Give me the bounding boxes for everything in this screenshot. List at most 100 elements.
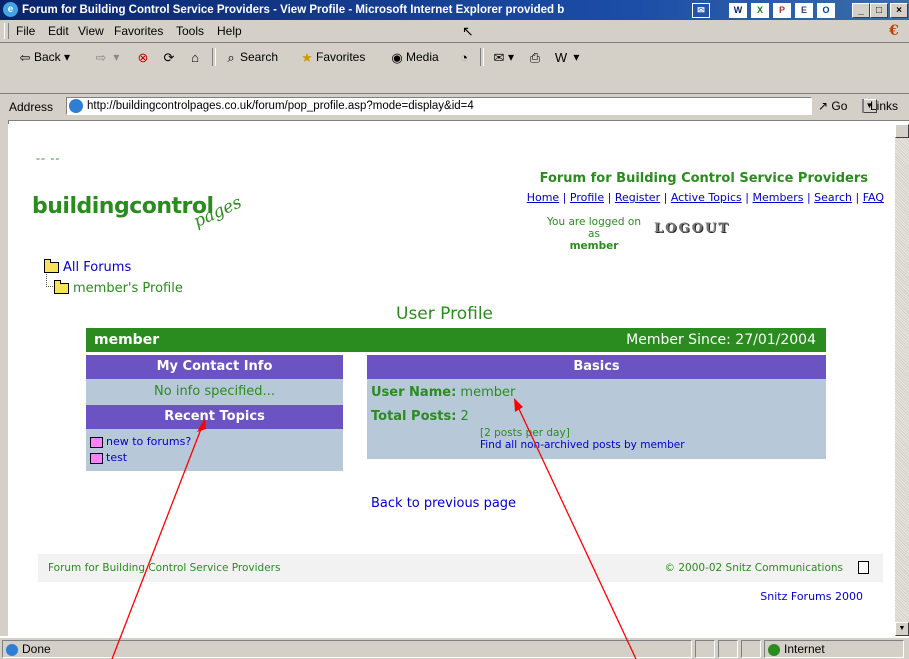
logged-user: member <box>569 240 619 252</box>
back-to-previous-link[interactable]: Back to previous page <box>371 496 516 511</box>
search-button[interactable]: ⌕ Search <box>222 47 278 67</box>
menu-favorites[interactable]: Favorites <box>114 24 163 38</box>
nav-home[interactable]: Home <box>527 191 559 204</box>
toolbar: ⇦ Back ▾ ⇨ ▾ ⊗ ⟳ ⌂ ⌕ Search ★ Favorites ◉ Me… <box>0 43 909 94</box>
history-icon: ◔ <box>460 49 468 65</box>
username-row: User Name: member <box>371 385 515 400</box>
username-label: User Name: <box>371 385 457 400</box>
mail-button[interactable]: ✉ ▾ <box>490 47 514 67</box>
print-icon: ⎙ <box>529 49 541 65</box>
go-button[interactable]: ↗ Go <box>818 99 847 113</box>
refresh-button[interactable]: ⟳ <box>160 47 178 67</box>
nav-active-topics[interactable]: Active Topics <box>671 191 742 204</box>
forward-button[interactable]: ⇨ ▾ <box>92 47 120 67</box>
go-label: Go <box>831 99 848 113</box>
status-text-cell: Done <box>2 640 692 658</box>
menu-edit[interactable]: Edit <box>48 24 69 38</box>
basics-header: Basics <box>367 355 826 379</box>
profile-crumb-label: member's Profile <box>73 281 183 296</box>
mail-icon: ✉ <box>493 49 505 65</box>
back-label: Back <box>34 50 61 64</box>
search-icon: ⌕ <box>227 49 235 65</box>
refresh-icon: ⟳ <box>163 49 175 65</box>
history-button[interactable]: ◔ <box>455 47 473 67</box>
posts-per-day: [2 posts per day] <box>480 427 570 439</box>
page-content: -- -- buildingcontrol pages Forum for Bu… <box>8 124 895 636</box>
nav-divider: | <box>855 191 860 204</box>
top-nav: Home | Profile | Register | Active Topic… <box>448 191 884 204</box>
scroll-up-button[interactable] <box>895 124 909 138</box>
dash-text: -- -- <box>36 151 61 165</box>
print-button[interactable]: ⎙ <box>526 47 544 67</box>
posts-row: Total Posts: 2 <box>371 409 469 424</box>
logged-in-status: You are logged on as member <box>540 216 648 252</box>
ie-page-icon <box>6 643 18 656</box>
nav-divider: | <box>745 191 749 204</box>
forward-arrow-icon: ⇨ <box>95 49 107 65</box>
nav-profile[interactable]: Profile <box>570 191 604 204</box>
profile-header: member Member Since: 27/01/2004 <box>86 328 826 352</box>
topic-link-test[interactable]: test <box>106 451 127 464</box>
nav-search[interactable]: Search <box>814 191 852 204</box>
find-posts-link[interactable]: Find all non-archived posts by member <box>480 439 685 451</box>
member-name: member <box>94 332 160 348</box>
outlook-icon[interactable]: O <box>817 3 835 18</box>
home-button[interactable]: ⌂ <box>186 47 204 67</box>
media-label: Media <box>406 50 439 64</box>
browser-window: e Forum for Building Control Service Pro… <box>0 0 909 659</box>
address-box[interactable]: ▼ <box>66 97 877 115</box>
stop-button[interactable]: ⊗ <box>134 47 152 67</box>
nav-register[interactable]: Register <box>615 191 660 204</box>
topic-item: test <box>90 451 127 464</box>
total-posts-label: Total Posts: <box>371 409 457 424</box>
favorites-button[interactable]: ★ Favorites <box>298 47 365 67</box>
media-icon: ◉ <box>391 49 403 65</box>
topic-link-new-to-forums[interactable]: new to forums? <box>106 435 191 448</box>
go-arrow-icon: ↗ <box>818 99 829 113</box>
powerpoint-icon[interactable]: P <box>773 3 791 18</box>
menu-file[interactable]: File <box>16 24 35 38</box>
toolbar-separator <box>212 48 216 66</box>
internet-globe-icon <box>768 643 780 656</box>
address-bar: Address ▼ ↗ Go Links <box>0 94 909 121</box>
nav-divider: | <box>806 191 811 204</box>
logged-on-text: You are logged on as <box>547 216 641 240</box>
username-value: member <box>460 385 516 400</box>
mail-icon[interactable]: ✉ <box>692 3 710 18</box>
snitz-link[interactable]: Snitz Forums 2000 <box>760 590 863 603</box>
back-button[interactable]: ⇦ Back ▾ <box>16 47 71 67</box>
menu-help[interactable]: Help <box>217 24 242 38</box>
document-icon[interactable] <box>858 561 869 574</box>
links-button[interactable]: Links <box>862 99 898 113</box>
toolbar-separator <box>480 48 484 66</box>
window-title: Forum for Building Control Service Provi… <box>22 4 565 16</box>
back-arrow-icon: ⇦ <box>19 49 31 65</box>
all-forums-link[interactable]: All Forums <box>63 260 131 275</box>
search-label: Search <box>240 50 279 64</box>
close-button[interactable]: × <box>890 3 908 18</box>
address-input[interactable] <box>87 98 777 114</box>
site-logo: buildingcontrol <box>32 194 214 219</box>
minimize-button[interactable]: _ <box>852 3 870 18</box>
folder-open-icon <box>44 259 59 273</box>
menu-view[interactable]: View <box>78 24 104 38</box>
logout-button[interactable]: LOGOUT <box>654 221 730 236</box>
ie-icon: e <box>3 2 18 17</box>
scroll-down-icon[interactable]: ▼ <box>895 622 909 636</box>
total-posts-value: 2 <box>460 409 469 424</box>
status-cell <box>695 640 715 658</box>
status-cell <box>718 640 738 658</box>
nav-faq[interactable]: FAQ <box>863 191 884 204</box>
publisher-icon[interactable]: E <box>795 3 813 18</box>
title-bar: e Forum for Building Control Service Pro… <box>0 0 909 20</box>
maximize-button[interactable]: □ <box>870 3 888 18</box>
vertical-scrollbar[interactable]: ▼ <box>895 124 909 636</box>
media-button[interactable]: ◉ Media <box>388 47 439 67</box>
word-edit-icon: W <box>554 49 568 65</box>
basics-panel: Basics User Name: member Total Posts: 2 … <box>367 355 826 459</box>
menu-tools[interactable]: Tools <box>176 24 204 38</box>
excel-icon[interactable]: X <box>751 3 769 18</box>
edit-button[interactable]: W ▾ <box>552 47 580 67</box>
nav-members[interactable]: Members <box>752 191 803 204</box>
word-icon[interactable]: W <box>729 3 747 18</box>
